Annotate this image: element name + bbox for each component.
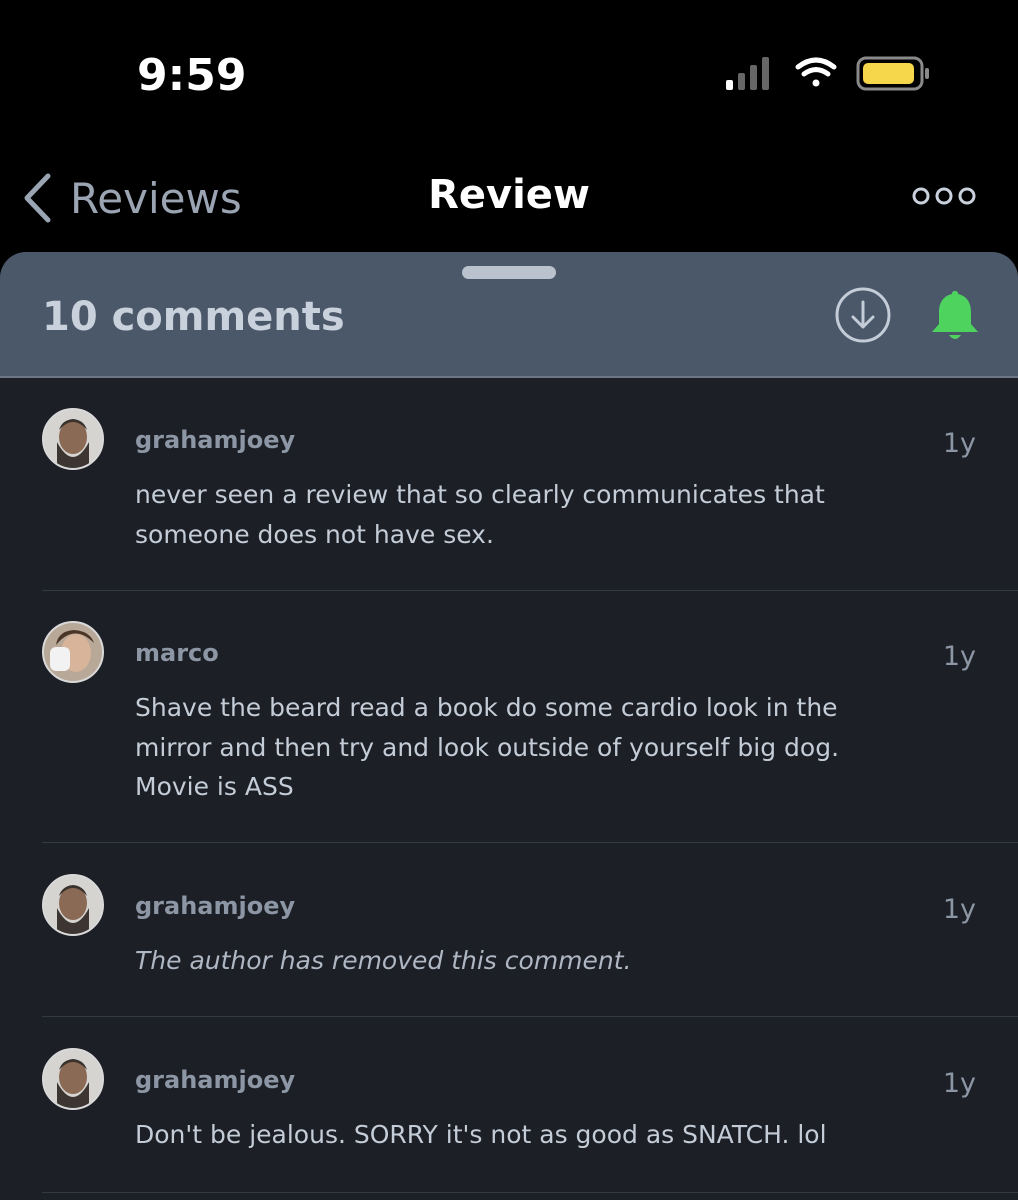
comment-item: grahamjoey 1y Don't be jealous. SORRY it…	[42, 1017, 1018, 1193]
comment-age: 1y	[942, 641, 976, 672]
battery-icon	[856, 56, 929, 91]
comment-text: Don't be jealous. SORRY it's not as good…	[135, 1120, 827, 1149]
navigation-bar: Reviews Review	[0, 150, 1018, 252]
comment-item: grahamjoey 1y never seen a review that s…	[42, 378, 1018, 591]
comment-age: 1y	[942, 1068, 976, 1099]
comment-username[interactable]: marco	[135, 639, 219, 667]
comments-sheet: 10 comments grahamjoey 1y never seen a r…	[0, 252, 1018, 1200]
comment-list: grahamjoey 1y never seen a review that s…	[0, 378, 1018, 1193]
download-icon[interactable]	[834, 286, 892, 344]
comment-text: never seen a review that so clearly comm…	[135, 480, 825, 549]
bell-icon[interactable]	[930, 288, 980, 344]
sheet-drag-handle[interactable]	[462, 266, 556, 279]
avatar[interactable]	[42, 408, 104, 470]
avatar-image	[44, 623, 102, 681]
comment-age: 1y	[942, 428, 976, 459]
comments-sheet-header: 10 comments	[0, 252, 1018, 378]
comment-text: Shave the beard read a book do some card…	[135, 693, 840, 801]
comment-item: marco 1y Shave the beard read a book do …	[42, 591, 1018, 843]
wifi-icon	[795, 57, 837, 87]
signal-icon	[726, 57, 769, 90]
more-options-icon[interactable]	[912, 186, 976, 206]
avatar[interactable]	[42, 621, 104, 683]
page-title: Review	[428, 172, 590, 218]
avatar-image	[44, 876, 102, 934]
avatar[interactable]	[42, 874, 104, 936]
status-bar: 9:59	[0, 0, 1018, 150]
comment-age: 1y	[942, 894, 976, 925]
avatar-image	[44, 410, 102, 468]
comment-count: 10 comments	[42, 294, 345, 340]
comment-username[interactable]: grahamjoey	[135, 892, 295, 920]
status-icons	[726, 56, 929, 91]
comment-removed-notice: The author has removed this comment.	[135, 946, 632, 975]
comment-username[interactable]: grahamjoey	[135, 426, 295, 454]
avatar[interactable]	[42, 1048, 104, 1110]
avatar-image	[44, 1050, 102, 1108]
status-time: 9:59	[137, 50, 247, 101]
comment-item: grahamjoey 1y The author has removed thi…	[42, 843, 1018, 1017]
comment-username[interactable]: grahamjoey	[135, 1066, 295, 1094]
